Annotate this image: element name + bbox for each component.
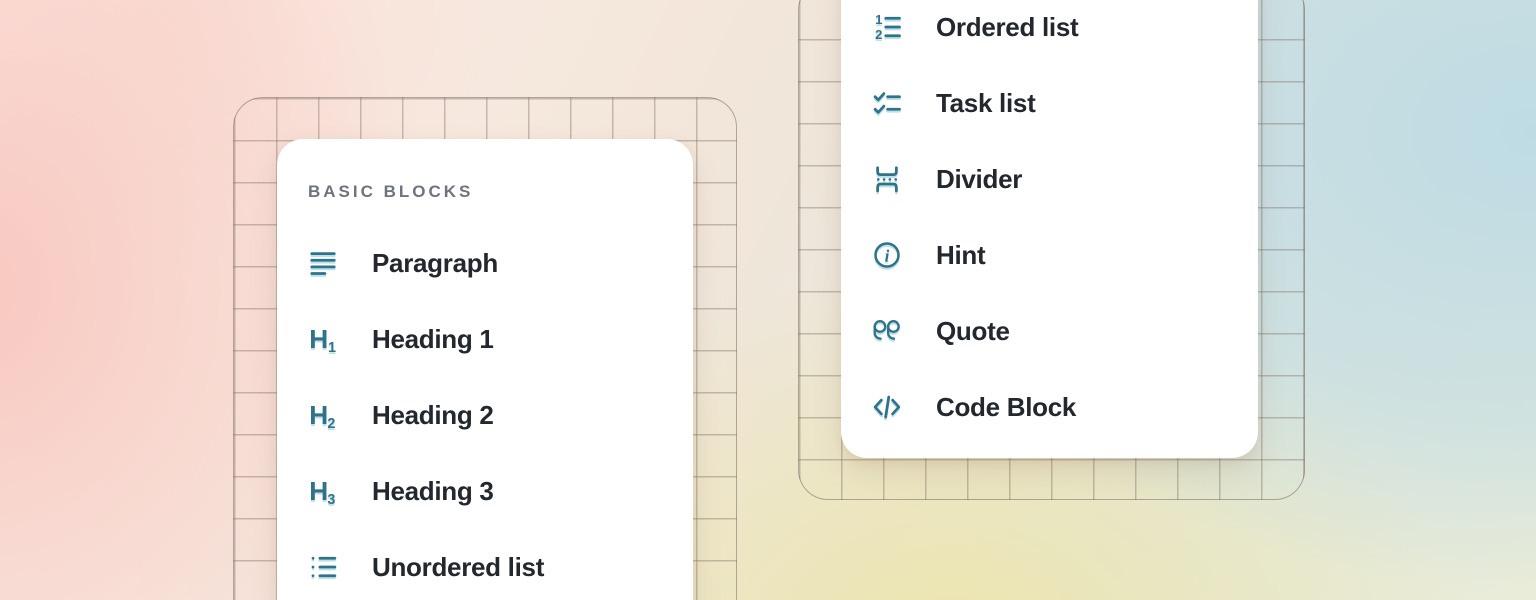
svg-text:1: 1 xyxy=(875,12,882,27)
menu-item[interactable]: H 1 Heading 1 xyxy=(277,301,693,377)
menu-item[interactable]: Paragraph xyxy=(277,225,693,301)
menu-item[interactable]: Code Block xyxy=(841,369,1258,445)
svg-text:2: 2 xyxy=(875,27,882,42)
basic-blocks-item-list: Paragraph H 1 Heading 1 H 2 Heading 2 H … xyxy=(277,225,693,600)
blocks-menu-card-right: 1 2 Ordered list Task list Divider i Hin… xyxy=(841,0,1258,458)
hint-icon: i xyxy=(872,240,902,270)
svg-text:3: 3 xyxy=(327,492,335,506)
menu-item-label: Unordered list xyxy=(372,552,544,583)
quote-icon xyxy=(872,316,902,346)
svg-text:i: i xyxy=(885,246,890,265)
menu-item-label: Heading 2 xyxy=(372,400,494,431)
menu-item[interactable]: H 3 Heading 3 xyxy=(277,453,693,529)
divider-icon xyxy=(872,164,902,194)
menu-item[interactable]: 1 2 Ordered list xyxy=(841,0,1258,65)
paragraph-icon xyxy=(308,248,338,278)
svg-text:H: H xyxy=(309,324,328,354)
heading-2-icon: H 2 xyxy=(308,400,338,430)
menu-item[interactable]: Divider xyxy=(841,141,1258,217)
menu-item-label: Task list xyxy=(936,88,1035,119)
svg-text:2: 2 xyxy=(327,416,335,430)
menu-item-label: Paragraph xyxy=(372,248,498,279)
code-block-icon xyxy=(872,392,902,422)
section-label: BASIC BLOCKS xyxy=(308,177,693,207)
task-list-icon xyxy=(872,88,902,118)
menu-item-label: Code Block xyxy=(936,392,1076,423)
menu-item[interactable]: Unordered list xyxy=(277,529,693,600)
menu-item[interactable]: i Hint xyxy=(841,217,1258,293)
editor-blocks-illustration: BASIC BLOCKS Paragraph H 1 Heading 1 H 2… xyxy=(0,0,1536,600)
blocks-item-list: 1 2 Ordered list Task list Divider i Hin… xyxy=(841,0,1258,445)
menu-item-label: Ordered list xyxy=(936,12,1078,43)
ordered-list-icon: 1 2 xyxy=(872,12,902,42)
svg-text:H: H xyxy=(309,476,328,506)
unordered-list-icon xyxy=(308,552,338,582)
svg-text:1: 1 xyxy=(328,340,336,354)
menu-item[interactable]: Quote xyxy=(841,293,1258,369)
menu-item-label: Heading 3 xyxy=(372,476,494,507)
menu-item[interactable]: H 2 Heading 2 xyxy=(277,377,693,453)
menu-item-label: Quote xyxy=(936,316,1010,347)
menu-item[interactable]: Task list xyxy=(841,65,1258,141)
svg-text:H: H xyxy=(309,400,328,430)
basic-blocks-menu-card: BASIC BLOCKS Paragraph H 1 Heading 1 H 2… xyxy=(277,139,693,600)
menu-item-label: Hint xyxy=(936,240,985,271)
heading-1-icon: H 1 xyxy=(308,324,338,354)
menu-item-label: Divider xyxy=(936,164,1022,195)
menu-item-label: Heading 1 xyxy=(372,324,494,355)
heading-3-icon: H 3 xyxy=(308,476,338,506)
